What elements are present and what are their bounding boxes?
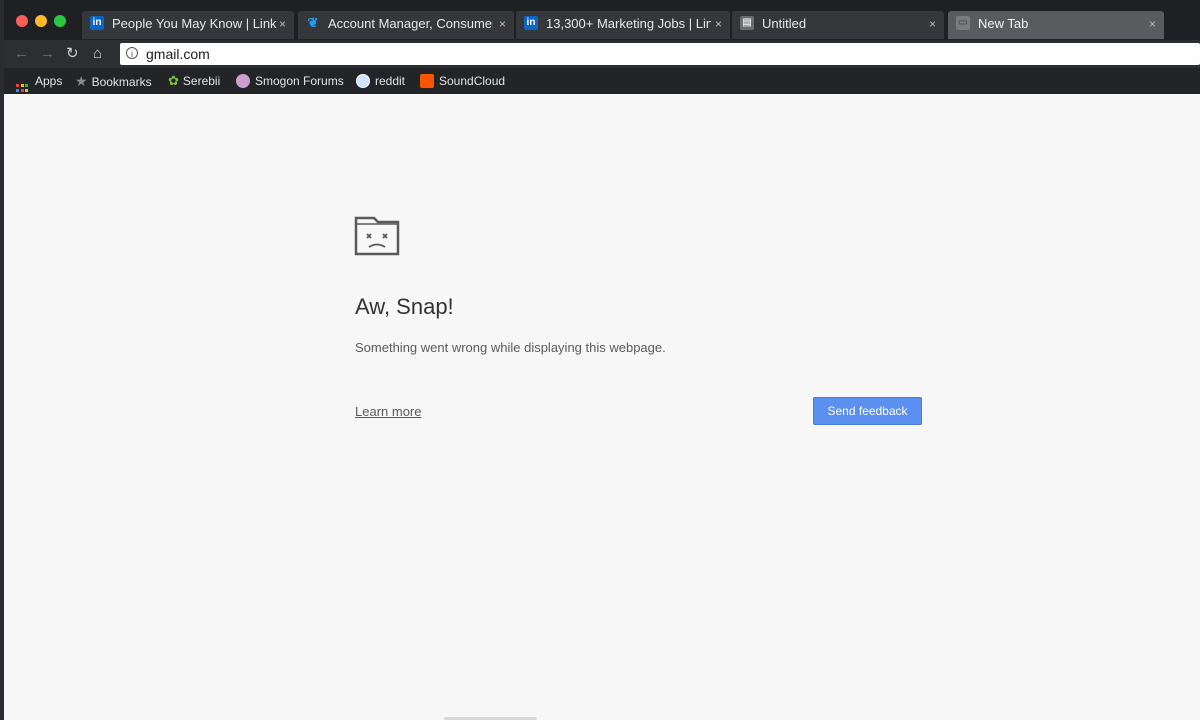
forward-button[interactable]: → — [40, 44, 55, 64]
send-feedback-button[interactable]: Send feedback — [813, 397, 922, 425]
tab-label: People You May Know | LinkedIn — [112, 16, 277, 31]
tab-new-tab[interactable]: ▭ New Tab × — [948, 11, 1164, 39]
tab-account-manager[interactable]: ❦ Account Manager, Consumer Products × — [298, 11, 514, 39]
bookmark-label: Apps — [35, 74, 63, 88]
tab-close-icon[interactable]: × — [715, 11, 722, 37]
tab-label: Account Manager, Consumer Products — [328, 16, 493, 31]
info-icon[interactable]: i — [126, 47, 138, 59]
sad-tab-icon — [354, 216, 400, 256]
minimize-window-button[interactable] — [35, 15, 47, 27]
reddit-icon — [356, 74, 370, 88]
toolbar: ← → ↻ ⌂ i gmail.com — [4, 40, 1200, 68]
star-icon: ★ — [75, 73, 88, 89]
tab-close-icon[interactable]: × — [279, 11, 286, 37]
error-message: Something went wrong while displaying th… — [355, 340, 666, 355]
bookmark-label: Smogon Forums — [255, 74, 344, 88]
tab-people-you-may-know[interactable]: in People You May Know | LinkedIn × — [82, 11, 294, 39]
tab-label: 13,300+ Marketing Jobs | LinkedIn — [546, 16, 711, 31]
bookmarks-bar: Apps ★ Bookmarks ✿ Serebii Smogon Forums r… — [4, 68, 1200, 98]
tab-close-icon[interactable]: × — [929, 11, 936, 37]
tab-untitled[interactable]: ▤ Untitled × — [732, 11, 944, 39]
zoom-window-button[interactable] — [54, 15, 66, 27]
document-icon: ▤ — [740, 16, 754, 30]
bookmark-label: SoundCloud — [439, 74, 506, 88]
smogon-icon — [236, 74, 250, 88]
bookmark-soundcloud[interactable]: SoundCloud — [420, 72, 505, 90]
tab-close-icon[interactable]: × — [1149, 11, 1156, 37]
address-bar[interactable]: i gmail.com — [120, 43, 1200, 65]
bookmark-label: reddit — [375, 74, 406, 88]
linkedin-icon: in — [524, 16, 538, 30]
error-title: Aw, Snap! — [355, 294, 454, 319]
bookmark-label: Bookmarks — [91, 75, 152, 89]
back-button[interactable]: ← — [14, 44, 29, 64]
bookmark-smogon[interactable]: Smogon Forums — [236, 72, 344, 90]
learn-more-link[interactable]: Learn more — [355, 404, 421, 419]
bookmark-serebii[interactable]: ✿ Serebii — [168, 72, 220, 90]
serebii-icon: ✿ — [168, 73, 179, 88]
linkedin-icon: in — [90, 16, 104, 30]
home-button[interactable]: ⌂ — [93, 44, 102, 64]
error-page: Aw, Snap! Something went wrong while dis… — [4, 94, 1200, 720]
bookmark-bookmarks[interactable]: ★ Bookmarks — [75, 72, 152, 91]
bookmark-label: Serebii — [182, 74, 221, 88]
folder-icon: ▭ — [956, 16, 970, 30]
tab-strip: in People You May Know | LinkedIn × ❦ Ac… — [4, 0, 1200, 40]
soundcloud-icon — [420, 74, 434, 88]
twitter-icon: ❦ — [307, 15, 319, 30]
tab-label: New Tab — [978, 16, 1029, 31]
close-window-button[interactable] — [16, 15, 28, 27]
tab-label: Untitled — [762, 16, 807, 31]
tab-marketing-jobs[interactable]: in 13,300+ Marketing Jobs | LinkedIn × — [516, 11, 730, 39]
address-url: gmail.com — [146, 46, 210, 62]
bookmark-reddit[interactable]: reddit — [356, 72, 405, 90]
tab-close-icon[interactable]: × — [499, 11, 506, 37]
reload-button[interactable]: ↻ — [66, 44, 79, 64]
browser-window: in People You May Know | LinkedIn × ❦ Ac… — [4, 0, 1200, 720]
